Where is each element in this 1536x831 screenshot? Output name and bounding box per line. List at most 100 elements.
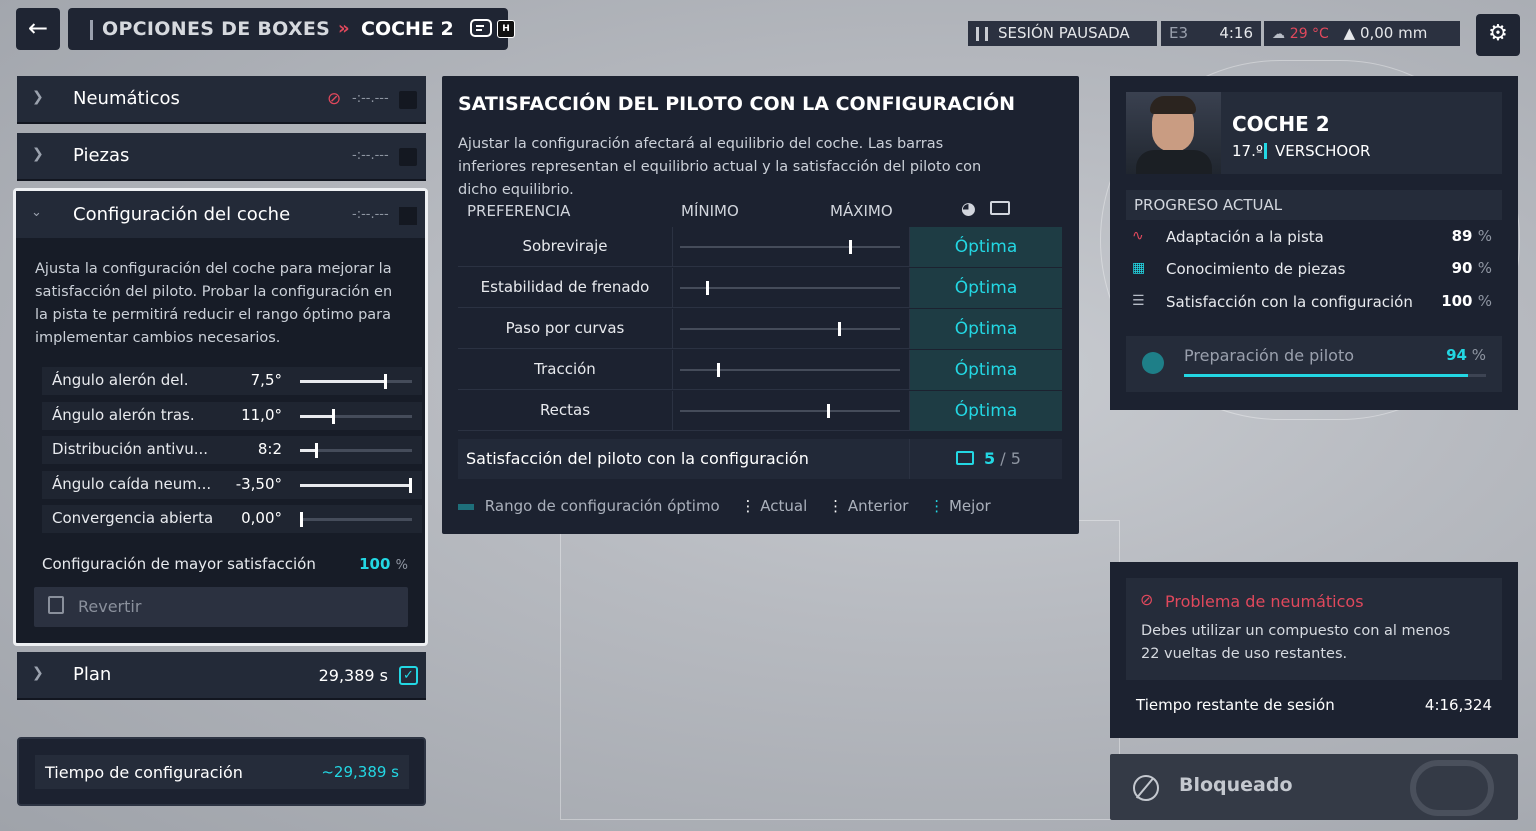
plan-section[interactable]: ❯ Plan 29,389 s ✓ xyxy=(17,652,426,700)
tyres-checkbox[interactable] xyxy=(399,91,417,109)
setup-row-value: 7,5° xyxy=(250,371,282,389)
setup-slider-knob[interactable] xyxy=(384,374,387,389)
current-marker xyxy=(706,281,710,295)
plan-checkbox[interactable]: ✓ xyxy=(399,666,418,685)
setup-row[interactable]: Ángulo alerón del. 7,5° xyxy=(42,367,422,395)
balance-bar xyxy=(680,281,900,295)
setup-checkbox[interactable] xyxy=(399,207,417,225)
prep-track xyxy=(1184,374,1486,377)
tyre-warning-card: ⊘ Problema de neumáticos Debes utilizar … xyxy=(1110,562,1518,738)
setup-slider[interactable] xyxy=(300,512,412,527)
setup-slider-knob[interactable] xyxy=(409,477,412,493)
best-setup-label: Configuración de mayor satisfacción xyxy=(42,555,316,573)
tyres-label: Neumáticos xyxy=(73,88,180,109)
config-time-row: Tiempo de configuración ~29,389 s xyxy=(35,755,409,789)
session-time-value: 4:16,324 xyxy=(1424,696,1492,714)
preference-row: Paso por curvas Óptima xyxy=(458,309,1062,349)
preference-name: Rectas xyxy=(539,401,591,419)
column-divider xyxy=(672,268,673,308)
warning-icon: ⊘ xyxy=(327,89,342,109)
warning-title: Problema de neumáticos xyxy=(1165,592,1364,611)
setup-row-value: 8:2 xyxy=(257,440,282,458)
plan-value: 29,389 s xyxy=(318,666,388,685)
parts-label: Piezas xyxy=(73,145,130,166)
column-divider xyxy=(672,350,673,390)
balance-bar xyxy=(680,240,900,254)
driver-card: COCHE 2 17.º VERSCHOOR PROGRESO ACTUAL ∿… xyxy=(1110,76,1518,410)
current-marker xyxy=(838,322,842,336)
team-bar xyxy=(1264,143,1267,159)
preference-row: Estabilidad de frenado Óptima xyxy=(458,268,1062,308)
setup-row-value: -3,50° xyxy=(235,474,282,493)
setup-row-value: 11,0° xyxy=(241,405,282,424)
progress-title: PROGRESO ACTUAL xyxy=(1134,196,1283,214)
setup-slider[interactable] xyxy=(300,408,412,424)
preference-name: Sobreviraje xyxy=(522,237,608,255)
settings-button[interactable]: ⚙ xyxy=(1476,14,1520,56)
setup-slider[interactable] xyxy=(300,374,412,389)
balance-bar xyxy=(680,363,900,377)
setup-slider-fill xyxy=(300,483,412,487)
config-time-value: ~29,389 s xyxy=(321,763,399,781)
parts-icon: ▦ xyxy=(1132,260,1146,276)
session-time-label: Tiempo restante de sesión xyxy=(1136,696,1335,714)
current-marker xyxy=(849,240,853,254)
setup-row-name: Ángulo alerón del. xyxy=(52,371,189,389)
breadcrumb-car: COCHE 2 xyxy=(361,18,454,40)
chevron-right-icon: ❯ xyxy=(32,89,44,105)
setup-header[interactable]: ⌄ Configuración del coche -:--.--- xyxy=(16,191,425,238)
setup-section: ⌄ Configuración del coche -:--.--- Ajust… xyxy=(13,188,428,646)
legend-previous: Anterior xyxy=(847,497,909,515)
driver-avatar xyxy=(1126,92,1221,174)
warning-icon: ⊘ xyxy=(1140,590,1154,609)
setup-value: -:--.--- xyxy=(352,207,389,222)
time-value: 4:16 xyxy=(1219,24,1253,42)
back-button[interactable]: ← xyxy=(16,8,60,50)
setup-slider-fill xyxy=(300,414,333,418)
locked-button[interactable]: Bloqueado xyxy=(1110,754,1518,820)
track-icon: ∿ xyxy=(1132,228,1144,244)
tyres-section[interactable]: ❯ Neumáticos ⊘ -:--.--- xyxy=(17,76,426,124)
setup-row[interactable]: Ángulo caída neum... -3,50° xyxy=(42,470,422,499)
preference-status: Óptima xyxy=(910,309,1062,349)
driver-header: COCHE 2 17.º VERSCHOOR xyxy=(1126,92,1502,174)
setup-slider-knob[interactable] xyxy=(300,512,303,527)
setup-row[interactable]: Convergencia abierta 0,00° xyxy=(42,505,422,533)
best-setup-row: Configuración de mayor satisfacción 100 … xyxy=(42,553,422,579)
session-time: E3 4:16 xyxy=(1161,21,1261,46)
revert-button[interactable]: Revertir xyxy=(34,587,408,627)
pen-icon xyxy=(1410,760,1494,816)
setup-slider[interactable] xyxy=(300,477,412,493)
plan-label: Plan xyxy=(73,664,112,685)
helmet-check-icon xyxy=(1142,352,1164,374)
panel-description: Ajustar la configuración afectará al equ… xyxy=(458,136,982,198)
legend-range: Rango de configuración óptimo xyxy=(484,497,720,515)
revert-label: Revertir xyxy=(78,597,142,616)
setup-slider-knob[interactable] xyxy=(314,443,318,458)
setup-row[interactable]: Distribución antivu... 8:2 xyxy=(42,436,422,464)
setup-row[interactable]: Ángulo alerón tras. 11,0° xyxy=(42,401,422,430)
setup-row-name: Ángulo caída neum... xyxy=(52,474,212,493)
satisfaction-panel: SATISFACCIÓN DEL PILOTO CON LA CONFIGURA… xyxy=(442,76,1079,534)
parts-section[interactable]: ❯ Piezas -:--.--- xyxy=(17,133,426,181)
setup-slider-knob[interactable] xyxy=(332,408,336,424)
setup-slider[interactable] xyxy=(300,443,412,458)
pause-icon xyxy=(976,26,988,41)
column-divider xyxy=(672,391,673,431)
parts-value: -:--.--- xyxy=(352,148,389,163)
total-divider xyxy=(909,439,910,479)
parts-checkbox[interactable] xyxy=(399,148,417,166)
tyres-value: -:--.--- xyxy=(352,91,389,106)
config-time-label: Tiempo de configuración xyxy=(45,763,243,782)
temperature: 29 °C xyxy=(1289,26,1329,42)
breadcrumb-divider xyxy=(90,20,93,40)
preference-status: Óptima xyxy=(910,227,1062,267)
total-satisfaction-value: 5 / 5 xyxy=(984,449,1021,468)
setup-row-name: Distribución antivu... xyxy=(52,440,209,458)
table-header: PREFERENCIA MÍNIMO MÁXIMO ◕ xyxy=(458,196,1062,224)
col-max: MÁXIMO xyxy=(830,202,893,220)
best-marker-icon: ⋮ xyxy=(929,497,945,515)
legend: Rango de configuración óptimo ⋮ Actual ⋮… xyxy=(458,497,1062,519)
sliders-icon: ☰ xyxy=(1132,293,1145,309)
driver-prep-row: Preparación de piloto 94 % xyxy=(1126,336,1502,392)
